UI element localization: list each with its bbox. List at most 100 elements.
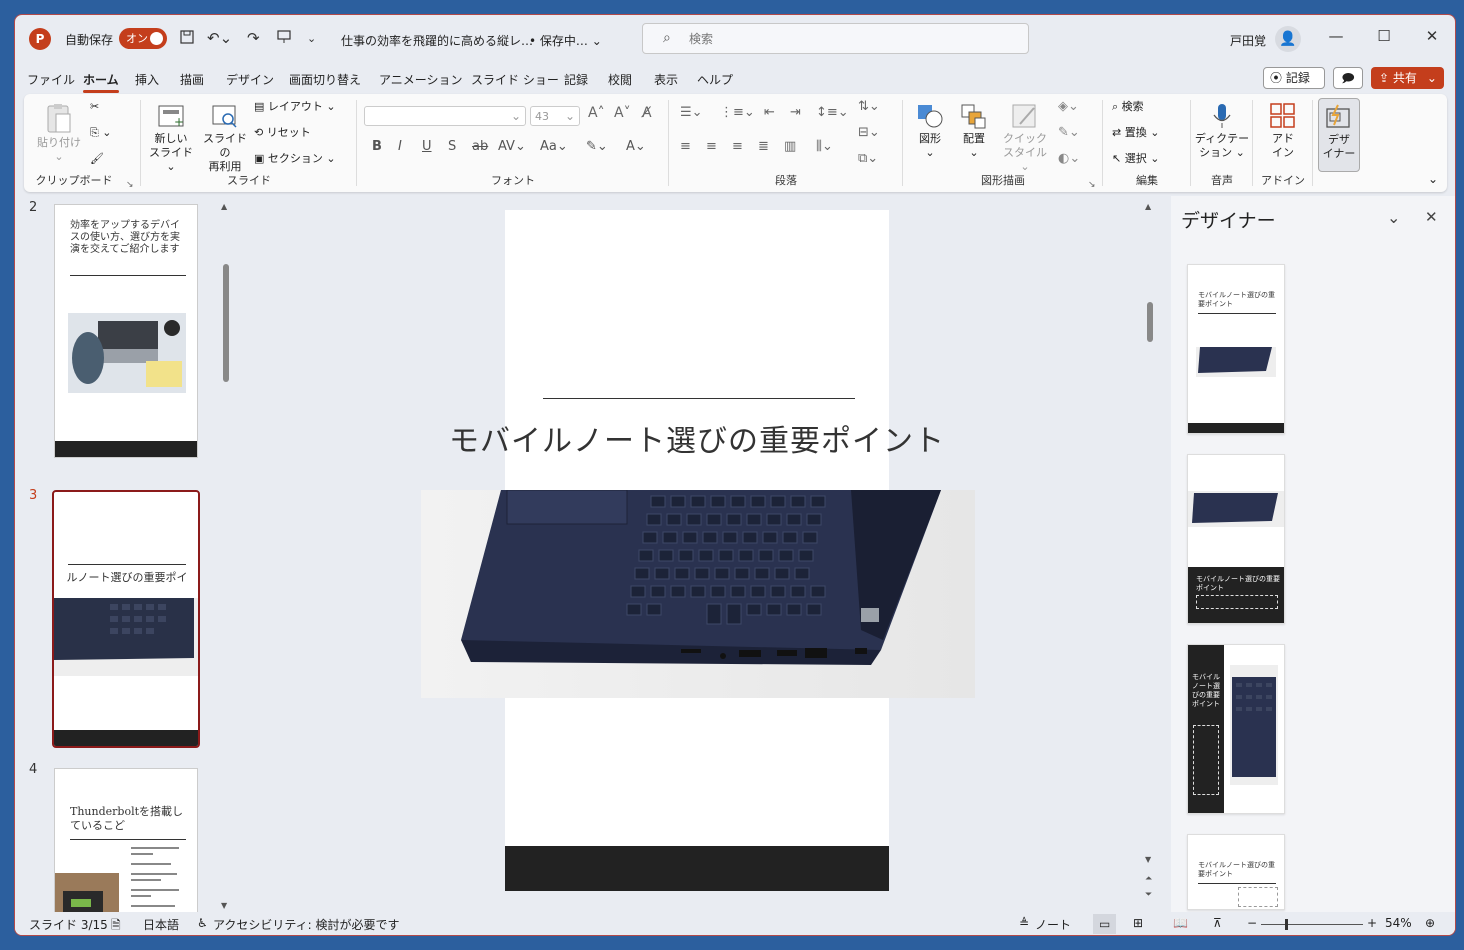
design-option-4[interactable]: モバイルノート選びの重要ポイント [1187, 834, 1285, 910]
new-slide-button[interactable]: + 新しい スライド ⌄ [146, 102, 196, 174]
clear-format-icon[interactable]: A̸ [642, 106, 652, 120]
design-option-3[interactable]: モバイルノート選びの重要ポイント [1187, 644, 1285, 814]
design-option-2[interactable]: モバイルノート選びの重要ポイント [1187, 454, 1285, 624]
search-box[interactable]: ⌕ [642, 23, 1029, 54]
reading-view-icon[interactable]: 📖 [1173, 916, 1188, 930]
arrange-button[interactable]: 配置 ⌄ [954, 102, 994, 160]
reset-button[interactable]: ⟲ リセット [254, 126, 311, 140]
user-name[interactable]: 戸田覚 [1230, 32, 1266, 49]
redo-icon[interactable]: ↷ [247, 29, 260, 47]
designer-scrollbar[interactable] [1443, 256, 1453, 906]
quick-styles-button[interactable]: クイック スタイル ⌄ [1000, 102, 1050, 174]
tab-design[interactable]: デザイン [226, 71, 274, 88]
scrollbar-thumb[interactable] [1147, 302, 1153, 342]
zoom-slider-thumb[interactable] [1285, 919, 1288, 930]
designer-button[interactable]: デザ イナー [1318, 98, 1360, 172]
fit-slide-icon[interactable]: ⊕ [1425, 916, 1435, 930]
save-icon[interactable] [179, 29, 195, 49]
slide-sorter-icon[interactable]: ⊞ [1133, 916, 1143, 930]
scroll-up-icon[interactable]: ▲ [1145, 202, 1151, 211]
align-text-icon[interactable]: ⊟⌄ [858, 126, 880, 140]
notes-icon[interactable]: ≜ [1019, 916, 1029, 930]
change-case-icon[interactable]: Aa⌄ [540, 140, 568, 154]
shadow-icon[interactable]: S [448, 140, 456, 154]
tab-view[interactable]: 表示 [654, 71, 678, 88]
decrease-indent-icon[interactable]: ⇤ [764, 106, 775, 120]
zoom-level[interactable]: 54% [1385, 916, 1412, 930]
zoom-out-icon[interactable]: − [1247, 916, 1257, 930]
zoom-slider[interactable] [1261, 919, 1363, 930]
shape-fill-icon[interactable]: ◈⌄ [1058, 100, 1079, 114]
tab-transitions[interactable]: 画面切り替え [289, 71, 361, 88]
align-right-icon[interactable]: ≡ [732, 140, 743, 154]
record-button[interactable]: ⦿ 記録 [1263, 67, 1325, 89]
layout-button[interactable]: ▤ レイアウト ⌄ [254, 100, 336, 114]
slide-thumbnail-2[interactable]: 効率をアップするデバイスの使い方、選び方を実演を交えてご紹介します [54, 204, 198, 458]
shape-outline-icon[interactable]: ✎⌄ [1058, 126, 1080, 140]
dictate-button[interactable]: ディクテー ション ⌄ [1194, 102, 1250, 160]
undo-icon[interactable]: ↶⌄ [207, 29, 232, 47]
numbering-icon[interactable]: ⋮≡⌄ [720, 106, 755, 120]
distributed-icon[interactable]: ▥ [784, 140, 796, 154]
strikethrough-icon[interactable]: ab [472, 140, 488, 154]
language[interactable]: 日本語 [143, 916, 179, 933]
font-color-icon[interactable]: A⌄ [626, 140, 646, 154]
cut-icon[interactable]: ✂ [90, 100, 99, 114]
shape-effects-icon[interactable]: ◐⌄ [1058, 152, 1080, 166]
copy-icon[interactable]: ⎘ ⌄ [90, 126, 112, 140]
tab-review[interactable]: 校閲 [608, 71, 632, 88]
design-option-1[interactable]: モバイルノート選びの重要ポイント [1187, 264, 1285, 434]
scroll-down-icon[interactable]: ▼ [221, 901, 227, 910]
slide-thumbnail-4[interactable]: Thunderboltを搭載しているこど [54, 768, 198, 918]
launcher-icon[interactable]: ↘ [126, 178, 134, 192]
columns-icon[interactable]: ⫼⌄ [816, 140, 833, 154]
increase-indent-icon[interactable]: ⇥ [790, 106, 801, 120]
align-left-icon[interactable]: ≡ [680, 140, 691, 154]
present-icon[interactable] [276, 29, 292, 49]
slide-position[interactable]: スライド 3/15 [29, 916, 108, 933]
search-input[interactable] [689, 30, 989, 48]
next-slide-icon[interactable]: ⏷ [1145, 890, 1152, 900]
collapse-ribbon-icon[interactable]: ⌄ [1428, 172, 1438, 186]
smartart-icon[interactable]: ⧉⌄ [858, 152, 878, 166]
editor-scrollbar[interactable]: ▲ ▼ ⏶ ⏷ [1145, 202, 1155, 902]
italic-icon[interactable]: I [398, 140, 402, 154]
tab-help[interactable]: ヘルプ [697, 71, 733, 88]
bold-icon[interactable]: B [372, 140, 382, 154]
autosave-toggle[interactable]: オン [119, 28, 167, 49]
slide-editor-canvas[interactable]: モバイルノート選びの重要ポイント ▲ ▼ ⏶ ⏷ [237, 196, 1157, 912]
align-center-icon[interactable]: ≡ [706, 140, 717, 154]
select-button[interactable]: ↖ 選択 ⌄ [1112, 152, 1159, 166]
avatar-icon[interactable]: 👤 [1275, 26, 1301, 52]
tab-slideshow[interactable]: スライド ショー [471, 71, 559, 88]
notes-button[interactable]: ノート [1035, 916, 1071, 933]
char-spacing-icon[interactable]: AV⌄ [498, 140, 526, 154]
share-button[interactable]: ⇪ 共有 ⌄ [1371, 67, 1444, 89]
addins-button[interactable]: アド イン [1258, 102, 1308, 160]
launcher-icon[interactable]: ↘ [1088, 178, 1096, 192]
normal-view-icon[interactable]: ▭ [1093, 914, 1117, 934]
maximize-icon[interactable]: ☐ [1369, 27, 1399, 45]
highlight-icon[interactable]: ✎⌄ [586, 140, 608, 154]
accessibility-status[interactable]: アクセシビリティ: 検討が必要です [213, 916, 400, 933]
tab-draw[interactable]: 描画 [180, 71, 204, 88]
comments-button[interactable]: 🗩 [1333, 67, 1363, 89]
format-painter-icon[interactable]: 🖌 [90, 152, 104, 166]
laptop-photo[interactable] [421, 490, 975, 698]
save-status[interactable]: • 保存中… ⌄ [529, 32, 602, 49]
underline-icon[interactable]: U [422, 140, 432, 154]
text-direction-icon[interactable]: ⇅⌄ [858, 100, 880, 114]
pane-options-icon[interactable]: ⌄ [1387, 208, 1400, 227]
scroll-up-icon[interactable]: ▲ [221, 202, 227, 211]
shapes-button[interactable]: 図形 ⌄ [910, 102, 950, 160]
scrollbar-thumb[interactable] [1445, 262, 1451, 268]
font-name-combo[interactable]: ⌄ [364, 106, 526, 126]
slide-title[interactable]: モバイルノート選びの重要ポイント [387, 416, 1007, 460]
scroll-down-icon[interactable]: ▼ [1145, 855, 1151, 864]
spellcheck-icon[interactable]: 🗎 [111, 916, 121, 935]
tab-insert[interactable]: 挿入 [135, 71, 159, 88]
slide-thumbnail-3[interactable]: ルノート選びの重要ポイ [52, 490, 200, 748]
line-spacing-icon[interactable]: ↕≡⌄ [816, 106, 849, 120]
reuse-slides-button[interactable]: スライドの 再利用 [200, 102, 250, 174]
slideshow-view-icon[interactable]: ⊼ [1213, 916, 1222, 930]
